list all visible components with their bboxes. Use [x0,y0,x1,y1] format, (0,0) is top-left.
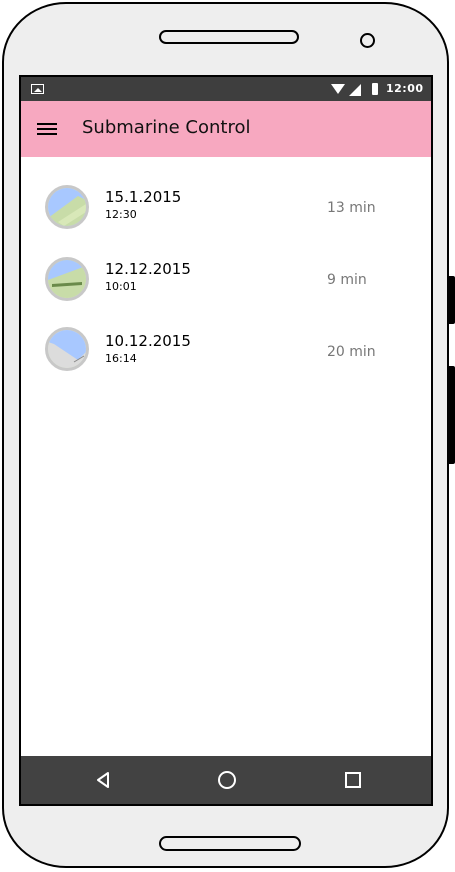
recent-apps-icon[interactable] [345,772,361,788]
list-item[interactable]: 15.1.2015 12:30 13 min [21,185,431,245]
image-icon [31,84,44,94]
navigation-bar [21,756,431,804]
session-time: 12:30 [105,208,137,221]
list-item[interactable]: 10.12.2015 16:14 20 min [21,327,431,387]
back-icon[interactable] [95,771,111,789]
map-thumbnail-icon [45,327,89,371]
battery-icon [372,83,378,95]
power-button[interactable] [449,276,455,324]
map-thumbnail-icon [45,257,89,301]
map-thumbnail-icon [45,185,89,229]
list-item[interactable]: 12.12.2015 10:01 9 min [21,257,431,317]
session-duration: 13 min [327,200,376,216]
session-duration: 20 min [327,344,376,360]
hamburger-menu-icon[interactable] [37,123,59,137]
status-bar: 12:00 [21,77,431,101]
session-time: 10:01 [105,280,137,293]
screen: 12:00 Submarine Control 15.1.2015 12:30 … [19,75,433,806]
status-time: 12:00 [386,82,424,95]
session-date: 12.12.2015 [105,260,191,278]
app-title: Submarine Control [82,117,251,138]
front-camera [360,33,375,48]
session-date: 10.12.2015 [105,332,191,350]
session-duration: 9 min [327,272,367,288]
top-speaker [159,30,299,44]
session-time: 16:14 [105,352,137,365]
volume-button[interactable] [449,366,455,464]
home-icon[interactable] [218,771,236,789]
signal-icon [349,84,361,96]
session-date: 15.1.2015 [105,188,182,206]
app-bar: Submarine Control [21,101,431,157]
wifi-icon [331,84,345,94]
bottom-speaker [159,836,301,851]
